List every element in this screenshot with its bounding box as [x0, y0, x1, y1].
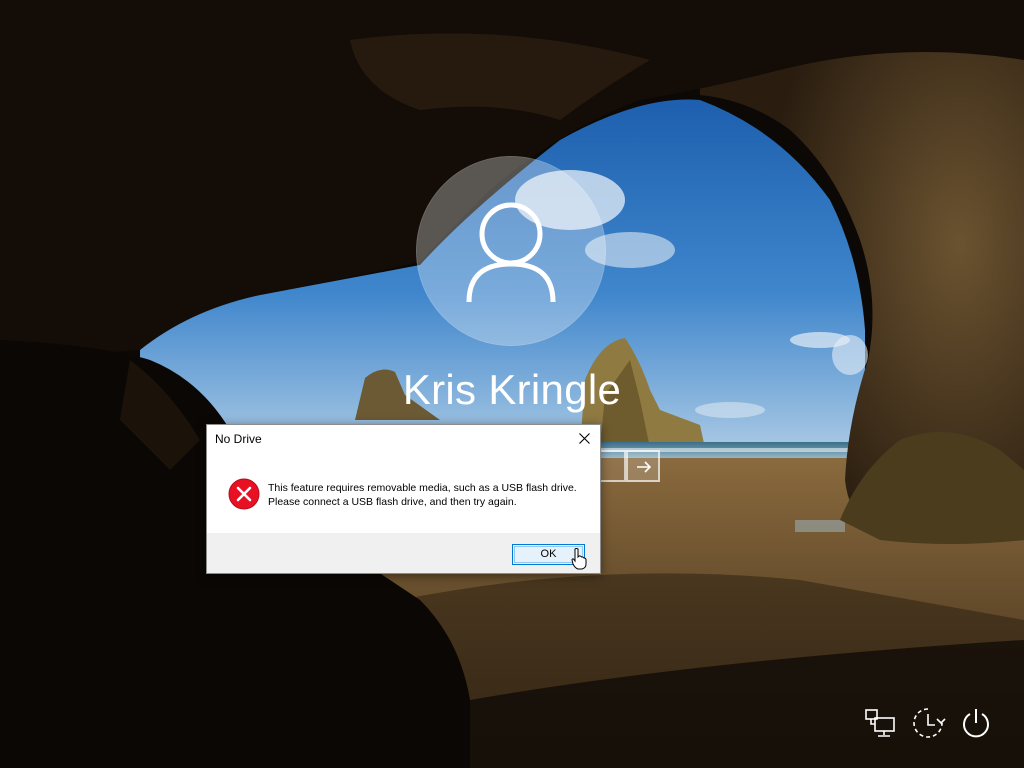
network-icon — [865, 709, 895, 737]
power-button[interactable] — [958, 705, 994, 741]
dialog-message: This feature requires removable media, s… — [268, 482, 577, 508]
no-drive-dialog: No Drive This feature requires removable… — [206, 424, 601, 574]
user-name: Kris Kringle — [402, 366, 622, 413]
arrow-right-icon — [637, 461, 652, 473]
error-icon — [228, 478, 260, 510]
dialog-titlebar[interactable]: No Drive — [207, 425, 600, 453]
network-button[interactable] — [862, 705, 898, 741]
ease-of-access-button[interactable] — [910, 705, 946, 741]
dialog-title: No Drive — [215, 432, 262, 446]
lock-screen: Kris Kringle No Drive This feature requi… — [0, 0, 1024, 768]
submit-arrow-button[interactable] — [626, 450, 660, 482]
dialog-body: This feature requires removable media, s… — [207, 453, 600, 533]
close-icon — [579, 433, 590, 444]
user-silhouette-icon — [466, 202, 556, 303]
user-avatar — [416, 156, 606, 346]
dialog-footer: OK — [207, 533, 600, 573]
hand-pointer-icon — [571, 548, 587, 570]
power-icon — [963, 709, 989, 738]
dialog-close-button[interactable] — [569, 425, 600, 453]
ease-of-access-icon — [913, 708, 946, 738]
